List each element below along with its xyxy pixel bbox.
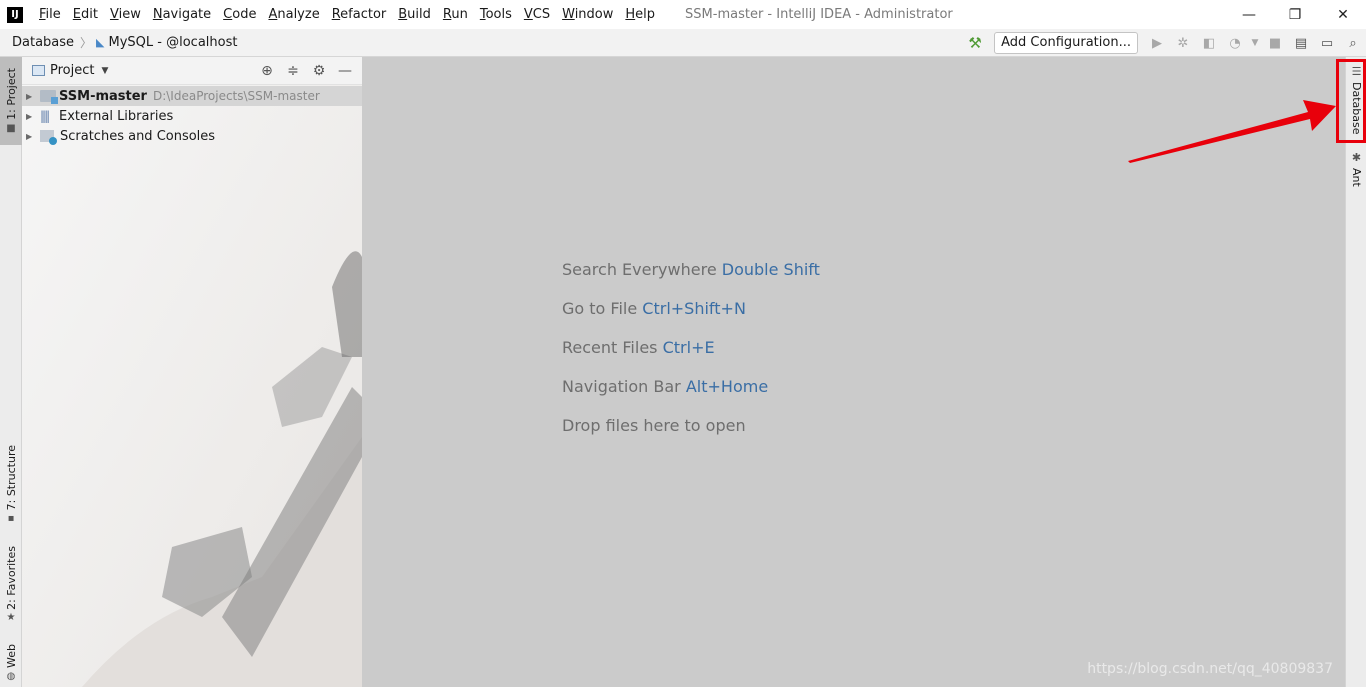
tab-database-label: Database (1350, 82, 1363, 135)
tab-database[interactable]: ☰ Database (1346, 65, 1366, 135)
hide-icon[interactable]: — (332, 63, 358, 79)
menu-help[interactable]: Help (619, 0, 661, 29)
hint-recent-files: Recent Files Ctrl+E (562, 338, 715, 357)
tab-project[interactable]: 1: Project ■ (0, 57, 22, 145)
tab-favorites[interactable]: 2: Favorites ★ (0, 542, 22, 627)
title-bar: IJ File Edit View Navigate Code Analyze … (0, 0, 1366, 29)
tab-structure-label: 7: Structure (4, 444, 18, 511)
background-wallpaper (22, 57, 362, 687)
tab-web-label: Web (4, 644, 18, 668)
project-view-icon (32, 65, 45, 76)
coverage-icon[interactable]: ◧ (1197, 31, 1221, 55)
chevron-down-icon[interactable]: ▼ (101, 66, 108, 76)
menu-navigate[interactable]: Navigate (147, 0, 217, 29)
menu-file[interactable]: File (33, 0, 67, 29)
main-toolbar: ⚒ Add Configuration... ▶ ✲ ◧ ◔ ▼ ■ ▤ ▭ ⌕ (962, 29, 1366, 57)
tree-item-path: D:\IdeaProjects\SSM-master (152, 89, 320, 103)
menu-vcs[interactable]: VCS (518, 0, 556, 29)
hint-text: Drop files here to open (562, 416, 746, 435)
terminal-icon[interactable]: ▭ (1315, 31, 1339, 55)
menu-view[interactable]: View (104, 0, 147, 29)
scratches-icon (40, 130, 57, 145)
menu-analyze[interactable]: Analyze (262, 0, 325, 29)
project-panel: Project ▼ ⊕ ≑ ⚙ — ▶ SSM-master D:\IdeaPr… (22, 57, 362, 687)
hint-text: Search Everywhere (562, 260, 717, 279)
menu-edit[interactable]: Edit (67, 0, 104, 29)
editor-area[interactable]: Search Everywhere Double Shift Go to Fil… (362, 57, 1345, 687)
search-icon[interactable]: ⌕ (1341, 31, 1365, 55)
menu-tools[interactable]: Tools (474, 0, 518, 29)
hint-navigation-bar: Navigation Bar Alt+Home (562, 377, 768, 396)
star-icon: ★ (6, 612, 16, 624)
tab-project-label: 1: Project (4, 68, 18, 120)
project-structure-icon[interactable]: ▤ (1289, 31, 1313, 55)
tab-web[interactable]: Web ◍ (0, 639, 22, 687)
library-icon: |||| (40, 109, 50, 123)
menu-run[interactable]: Run (437, 0, 474, 29)
gear-icon[interactable]: ⚙ (306, 63, 332, 79)
folder-icon: ■ (6, 122, 16, 134)
tree-item-label: External Libraries (59, 108, 174, 124)
tree-item-label: Scratches and Consoles (60, 128, 216, 144)
close-button[interactable]: ✕ (1320, 0, 1366, 29)
locate-icon[interactable]: ⊕ (254, 63, 280, 79)
add-configuration-button[interactable]: Add Configuration... (994, 32, 1138, 54)
globe-icon: ◍ (6, 670, 16, 682)
structure-icon: ▪ (7, 513, 15, 525)
tree-item-ssm-master[interactable]: ▶ SSM-master D:\IdeaProjects\SSM-master (22, 86, 362, 106)
tab-favorites-label: 2: Favorites (4, 545, 18, 610)
collapse-all-icon[interactable]: ≑ (280, 63, 306, 79)
hint-shortcut: Alt+Home (685, 377, 769, 396)
breadcrumb-mysql[interactable]: MySQL - @localhost (109, 35, 238, 50)
run-icon[interactable]: ▶ (1145, 31, 1169, 55)
expand-arrow-icon[interactable]: ▶ (26, 112, 36, 121)
window-title: SSM-master - IntelliJ IDEA - Administrat… (685, 7, 953, 22)
hint-go-to-file: Go to File Ctrl+Shift+N (562, 299, 746, 318)
project-panel-title[interactable]: Project (50, 63, 94, 78)
breadcrumb-database[interactable]: Database (12, 35, 74, 50)
build-hammer-icon[interactable]: ⚒ (963, 31, 987, 55)
hint-text: Recent Files (562, 338, 658, 357)
watermark: https://blog.csdn.net/qq_40809837 (1087, 661, 1333, 677)
profile-icon[interactable]: ◔ (1223, 31, 1247, 55)
tab-ant[interactable]: ✱ Ant (1346, 151, 1366, 187)
tree-item-external-libraries[interactable]: ▶ |||| External Libraries (22, 106, 362, 126)
menu-refactor[interactable]: Refactor (326, 0, 393, 29)
project-panel-header: Project ▼ ⊕ ≑ ⚙ — (22, 57, 362, 85)
hint-shortcut: Ctrl+E (662, 338, 715, 357)
hint-text: Go to File (562, 299, 638, 318)
right-tool-strip: ☰ Database ✱ Ant (1345, 57, 1366, 687)
hint-shortcut: Ctrl+Shift+N (642, 299, 746, 318)
module-folder-icon (40, 90, 58, 104)
project-tree: ▶ SSM-master D:\IdeaProjects\SSM-master … (22, 85, 362, 146)
hint-text: Navigation Bar (562, 377, 681, 396)
expand-arrow-icon[interactable]: ▶ (26, 92, 36, 101)
menu-code[interactable]: Code (217, 0, 262, 29)
tab-ant-label: Ant (1350, 168, 1363, 187)
debug-icon[interactable]: ✲ (1171, 31, 1195, 55)
hint-drop-files: Drop files here to open (562, 416, 746, 435)
hint-search-everywhere: Search Everywhere Double Shift (562, 260, 820, 279)
stop-icon[interactable]: ■ (1263, 31, 1287, 55)
expand-arrow-icon[interactable]: ▶ (26, 132, 36, 141)
navigation-bar: Database 〉 ◣ MySQL - @localhost ⚒ Add Co… (0, 29, 1366, 57)
project-panel-tools: ⊕ ≑ ⚙ — (254, 57, 358, 85)
database-icon: ☰ (1351, 65, 1362, 78)
tab-structure[interactable]: 7: Structure ▪ (0, 442, 22, 527)
breadcrumb-separator-icon: 〉 (80, 36, 93, 50)
tree-item-label: SSM-master (59, 88, 147, 104)
minimize-button[interactable]: — (1226, 0, 1272, 29)
ant-icon: ✱ (1351, 151, 1362, 164)
hint-shortcut: Double Shift (721, 260, 820, 279)
tree-item-scratches[interactable]: ▶ Scratches and Consoles (22, 126, 362, 146)
left-tool-strip: 1: Project ■ 7: Structure ▪ 2: Favorites… (0, 57, 22, 687)
menu-window[interactable]: Window (556, 0, 619, 29)
intellij-logo-icon: IJ (7, 6, 23, 23)
menu-build[interactable]: Build (392, 0, 437, 29)
mysql-icon: ◣ (96, 36, 105, 49)
restore-button[interactable]: ❐ (1272, 0, 1318, 29)
profile-dropdown-icon[interactable]: ▼ (1249, 31, 1261, 55)
